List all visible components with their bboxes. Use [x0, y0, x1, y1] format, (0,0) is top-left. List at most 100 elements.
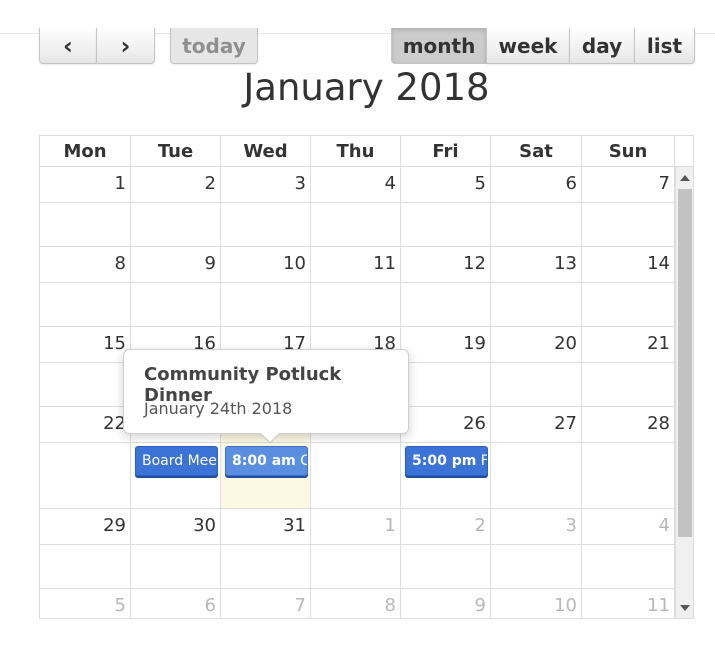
day-number[interactable]: 2 — [475, 515, 486, 536]
day-cell[interactable]: 5 — [401, 167, 491, 246]
scroll-up-icon[interactable] — [680, 175, 690, 181]
day-number[interactable]: 2 — [205, 173, 216, 194]
day-number[interactable]: 13 — [554, 253, 577, 274]
day-cell[interactable]: 6 — [131, 589, 221, 618]
day-number[interactable]: 3 — [566, 515, 577, 536]
event-popover: Community Potluck Dinner January 24th 20… — [123, 349, 409, 444]
vertical-scrollbar[interactable] — [675, 167, 693, 618]
day-cell[interactable]: 27 — [491, 407, 582, 508]
day-number[interactable]: 7 — [295, 595, 306, 616]
day-number[interactable]: 6 — [205, 595, 216, 616]
weekday-header-mon: Mon — [40, 136, 131, 166]
day-number[interactable]: 29 — [103, 515, 126, 536]
day-cell[interactable]: 3 — [221, 167, 311, 246]
day-cell[interactable]: 3 — [491, 509, 582, 588]
weekday-header-wed: Wed — [221, 136, 311, 166]
weekday-header-thu: Thu — [311, 136, 401, 166]
day-number[interactable]: 1 — [115, 173, 126, 194]
day-number[interactable]: 7 — [659, 173, 670, 194]
event-time: 8:00 am — [232, 453, 296, 469]
day-number[interactable]: 4 — [659, 515, 670, 536]
day-cell[interactable]: 10 — [491, 589, 582, 618]
day-number[interactable]: 12 — [463, 253, 486, 274]
view-list-button[interactable]: list — [634, 28, 695, 64]
calendar-event[interactable]: Board Mee — [135, 446, 218, 476]
day-cell[interactable]: 2 — [401, 509, 491, 588]
day-number[interactable]: 3 — [295, 173, 306, 194]
day-number[interactable]: 8 — [115, 253, 126, 274]
day-cell[interactable]: 14 — [582, 247, 675, 326]
view-day-button[interactable]: day — [569, 28, 635, 64]
day-number[interactable]: 10 — [554, 595, 577, 616]
day-number[interactable]: 11 — [373, 253, 396, 274]
day-number[interactable]: 19 — [463, 333, 486, 354]
week-row: 5 6 7 8 9 10 11 — [40, 589, 675, 618]
weekday-header-tue: Tue — [131, 136, 221, 166]
day-cell[interactable]: 12 — [401, 247, 491, 326]
day-cell[interactable]: 5 — [40, 589, 131, 618]
day-cell[interactable]: 11 — [311, 247, 401, 326]
next-month-button[interactable]: › — [96, 28, 155, 64]
day-number[interactable]: 31 — [283, 515, 306, 536]
day-number[interactable]: 5 — [475, 173, 486, 194]
day-cell[interactable]: 10 — [221, 247, 311, 326]
day-number[interactable]: 14 — [647, 253, 670, 274]
day-cell[interactable]: 20 — [491, 327, 582, 406]
day-cell[interactable]: 9 — [401, 589, 491, 618]
day-number[interactable]: 9 — [205, 253, 216, 274]
day-number-divider — [40, 544, 675, 545]
week-row: 29 30 31 1 2 3 4 — [40, 509, 675, 589]
day-number[interactable]: 15 — [103, 333, 126, 354]
scrollbar-thumb[interactable] — [678, 189, 692, 537]
scroll-down-icon[interactable] — [680, 605, 690, 611]
day-cell[interactable]: 22 — [40, 407, 131, 508]
event-time: 5:00 pm — [412, 453, 477, 469]
day-number[interactable]: 20 — [554, 333, 577, 354]
day-number[interactable]: 11 — [647, 595, 670, 616]
calendar-event[interactable]: 8:00 am C — [225, 446, 308, 476]
day-cell[interactable]: 7 — [221, 589, 311, 618]
day-number[interactable]: 27 — [554, 413, 577, 434]
day-cell[interactable]: 2 — [131, 167, 221, 246]
chevron-left-icon: ‹ — [63, 31, 73, 60]
day-cell[interactable]: 1 — [311, 509, 401, 588]
day-number[interactable]: 8 — [385, 595, 396, 616]
day-cell[interactable]: 4 — [582, 509, 675, 588]
day-cell[interactable]: 7 — [582, 167, 675, 246]
day-number[interactable]: 30 — [193, 515, 216, 536]
day-number[interactable]: 28 — [647, 413, 670, 434]
day-cell[interactable]: 21 — [582, 327, 675, 406]
day-cell[interactable]: 9 — [131, 247, 221, 326]
event-title: Board Mee — [142, 453, 217, 469]
day-cell[interactable]: 19 — [401, 327, 491, 406]
day-cell[interactable]: 15 — [40, 327, 131, 406]
day-cell[interactable]: 8 — [311, 589, 401, 618]
day-cell[interactable]: 31 — [221, 509, 311, 588]
day-cell[interactable]: 13 — [491, 247, 582, 326]
weekday-header-fri: Fri — [401, 136, 491, 166]
day-cell[interactable]: 11 — [582, 589, 675, 618]
day-number[interactable]: 9 — [475, 595, 486, 616]
day-cell[interactable]: 30 — [131, 509, 221, 588]
view-week-button[interactable]: week — [486, 28, 570, 64]
day-cell[interactable]: 1 — [40, 167, 131, 246]
prev-month-button[interactable]: ‹ — [39, 28, 97, 64]
day-cell[interactable]: 29 — [40, 509, 131, 588]
chevron-right-icon: › — [120, 31, 131, 60]
today-button[interactable]: today — [170, 28, 258, 64]
view-month-button[interactable]: month — [391, 28, 487, 64]
day-number[interactable]: 21 — [647, 333, 670, 354]
calendar-event[interactable]: 5:00 pm F — [405, 446, 488, 476]
day-cell[interactable]: 4 — [311, 167, 401, 246]
day-number[interactable]: 4 — [385, 173, 396, 194]
day-number[interactable]: 10 — [283, 253, 306, 274]
day-number[interactable]: 1 — [385, 515, 396, 536]
day-cell[interactable]: 8 — [40, 247, 131, 326]
day-number[interactable]: 26 — [463, 413, 486, 434]
day-number[interactable]: 6 — [566, 173, 577, 194]
day-cell[interactable]: 6 — [491, 167, 582, 246]
calendar-title: January 2018 — [243, 66, 490, 109]
day-number-divider — [40, 282, 675, 283]
day-cell[interactable]: 28 — [582, 407, 675, 508]
day-number[interactable]: 5 — [115, 595, 126, 616]
